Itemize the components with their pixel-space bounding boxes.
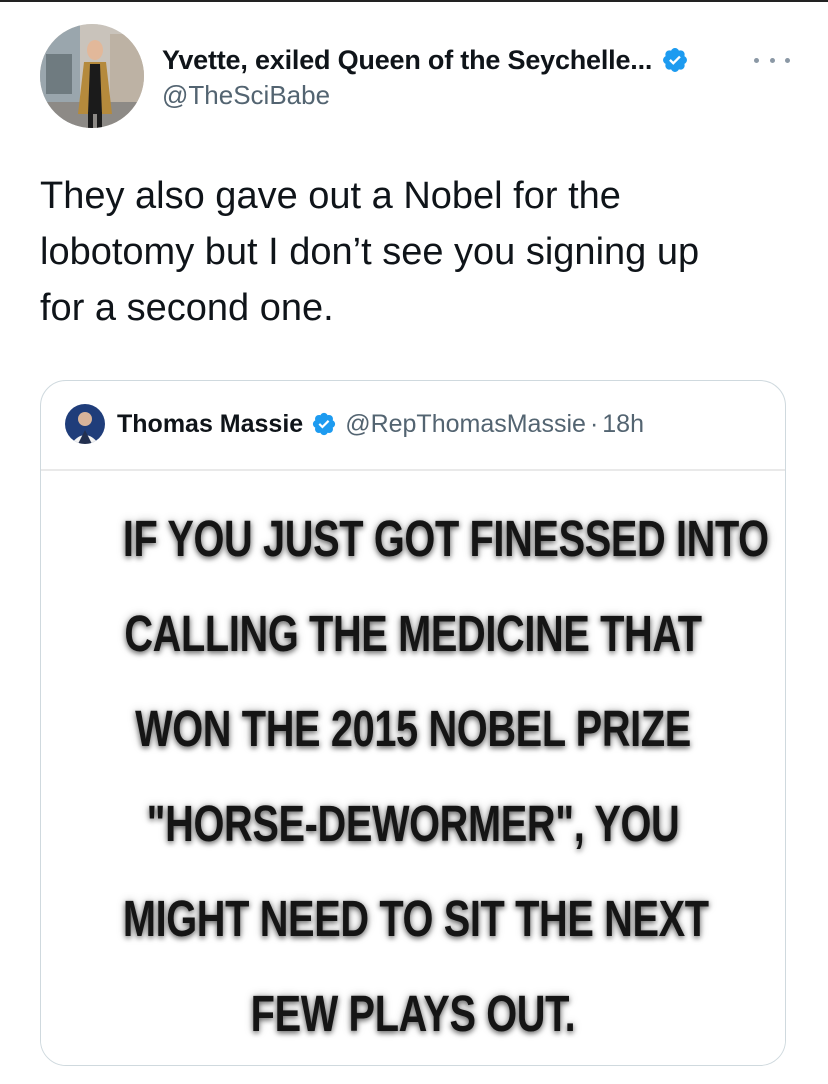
author-handle[interactable]: @TheSciBabe (162, 80, 330, 111)
quoted-tweet-header: Thomas Massie @RepThomasMassie · 18h (65, 403, 644, 445)
avatar-photo (40, 24, 144, 128)
meme-text-line: "HORSE-DEWORMER", YOU (146, 795, 680, 852)
verified-badge-icon (311, 411, 337, 437)
more-options-icon[interactable] (754, 50, 790, 70)
top-divider (0, 0, 828, 2)
meme-text-line: IF YOU JUST GOT FINESSED INTO (122, 510, 769, 567)
quoted-author-name[interactable]: Thomas Massie (117, 410, 303, 439)
meme-text-line: FEW PLAYS OUT. (250, 985, 576, 1042)
verified-badge-icon (661, 46, 689, 74)
avatar[interactable] (40, 24, 144, 128)
quoted-author-handle[interactable]: @RepThomasMassie (345, 410, 586, 439)
more-dot (769, 57, 775, 63)
quoted-meme-image[interactable]: IF YOU JUST GOT FINESSED INTO CALLING TH… (41, 471, 785, 1065)
author-display-name[interactable]: Yvette, exiled Queen of the Seychelle... (162, 45, 652, 76)
meme-text-line: WON THE 2015 NOBEL PRIZE (135, 700, 691, 757)
meme-text-line: MIGHT NEED TO SIT THE NEXT (122, 890, 709, 947)
meme-text-line: CALLING THE MEDICINE THAT (124, 605, 702, 662)
quoted-author-avatar[interactable] (65, 404, 105, 444)
separator-dot: · (589, 409, 599, 438)
more-dot (785, 57, 790, 63)
quoted-tweet-card[interactable]: Thomas Massie @RepThomasMassie · 18h IF … (40, 380, 786, 1066)
tweet-text: They also gave out a Nobel for the lobot… (40, 175, 700, 329)
quoted-tweet-timestamp[interactable]: 18h (602, 410, 644, 439)
tweet-author-row: Yvette, exiled Queen of the Seychelle... (162, 42, 689, 78)
more-dot (754, 57, 759, 63)
